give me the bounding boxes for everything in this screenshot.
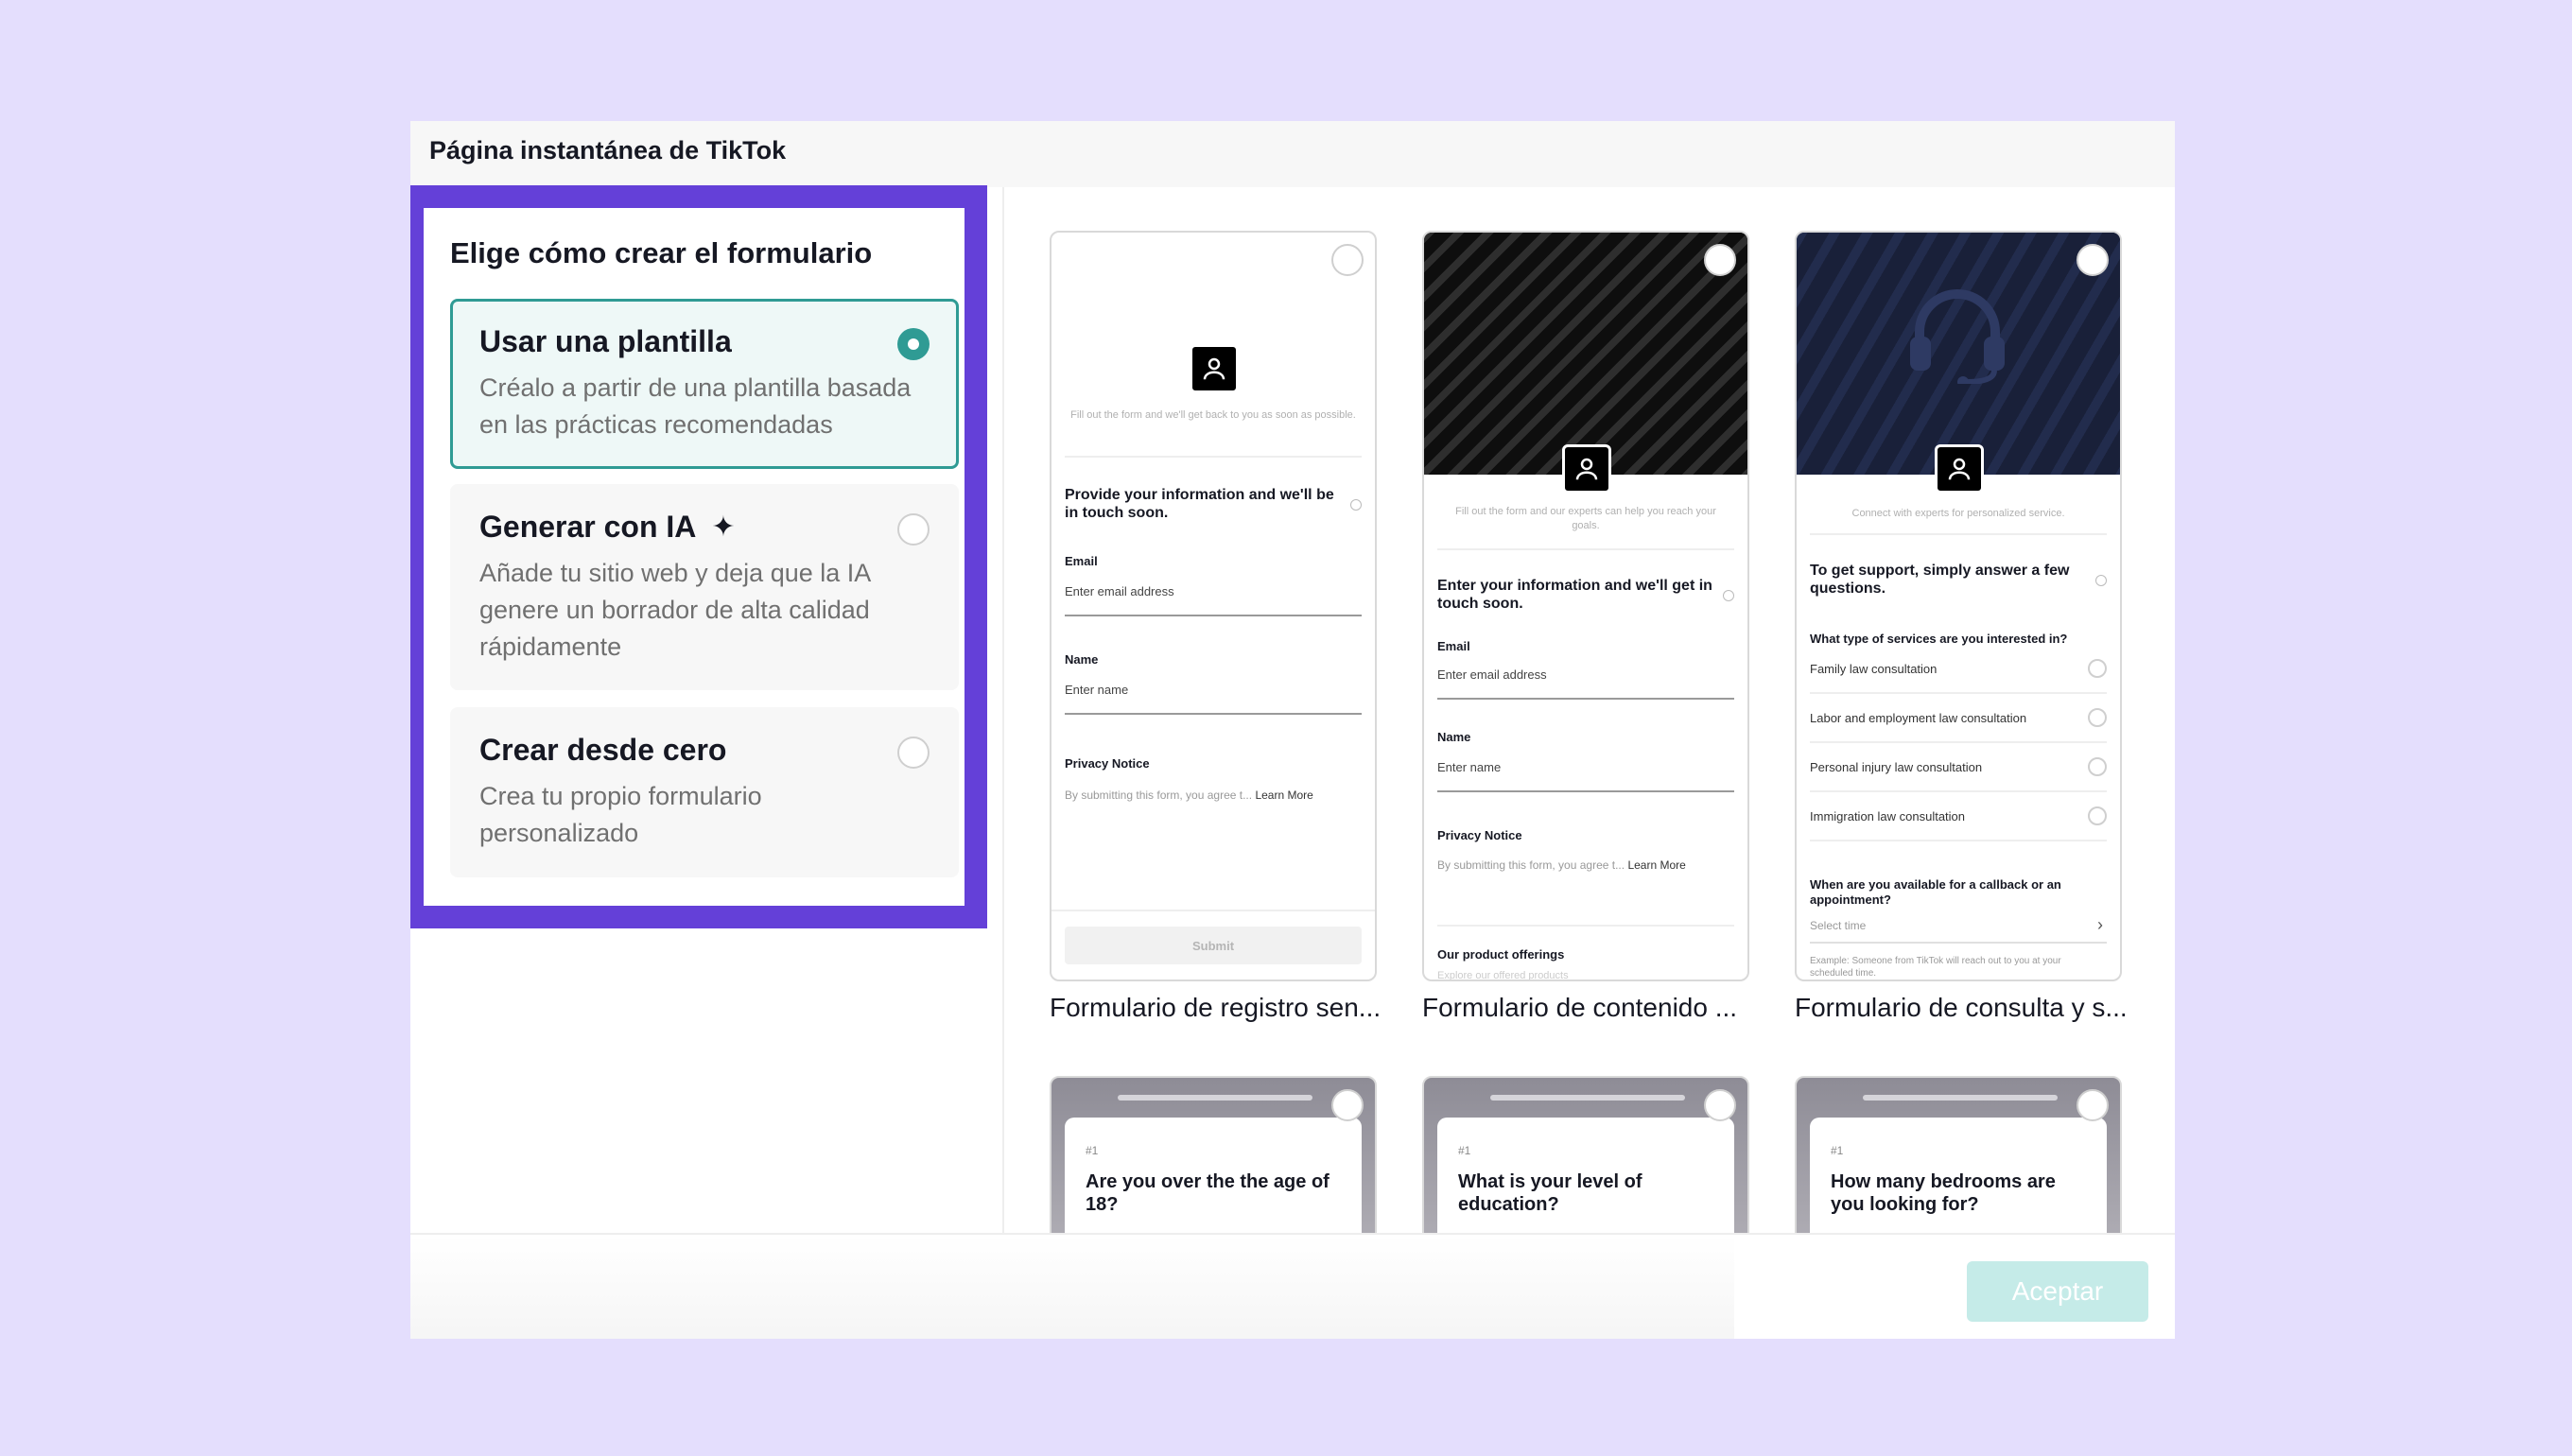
info-icon xyxy=(1723,590,1734,601)
question-number: #1 xyxy=(1458,1144,1471,1157)
progress-bar xyxy=(1863,1095,2058,1101)
sparkle-icon: ✦ xyxy=(711,511,736,543)
choice-row: Personal injury law consultation xyxy=(1810,743,2107,792)
example-text: Example: Someone from TikTok will reach … xyxy=(1810,956,2061,979)
divider xyxy=(1810,533,2107,535)
info-icon xyxy=(2095,575,2107,586)
option-description: Crea tu propio formulario personalizado xyxy=(479,782,762,847)
divider xyxy=(1437,548,1734,550)
template-select-radio[interactable] xyxy=(2077,1089,2109,1121)
email-label: Email xyxy=(1437,639,1470,653)
dialog-title: Página instantánea de TikTok xyxy=(429,136,787,165)
card-subtitle: Fill out the form and our experts can he… xyxy=(1455,506,1716,531)
choice-row: Labor and employment law consultation xyxy=(1810,694,2107,743)
field-underline xyxy=(1437,790,1734,792)
radio-unselected[interactable] xyxy=(897,737,930,769)
option-description: Créalo a partir de una plantilla basada … xyxy=(479,373,912,439)
field-underline xyxy=(1437,698,1734,700)
question-number: #1 xyxy=(1831,1144,1844,1157)
question-text: What is your level of education? xyxy=(1458,1171,1642,1215)
template-select-radio[interactable] xyxy=(2077,244,2109,276)
card-subtitle: Fill out the form and we'll get back to … xyxy=(1070,409,1356,421)
card-heading: Provide your information and we'll be in… xyxy=(1065,487,1334,521)
template-gallery: Fill out the form and we'll get back to … xyxy=(1006,187,2175,1339)
option-create-scratch[interactable]: Crear desde cero Crea tu propio formular… xyxy=(450,707,959,877)
navy-pattern-image xyxy=(1797,233,2120,475)
card-subtitle: Connect with experts for personalized se… xyxy=(1851,508,2065,519)
name-label: Name xyxy=(1065,652,1099,667)
highlight-frame: Elige cómo crear el formulario Usar una … xyxy=(410,185,987,928)
divider xyxy=(1051,910,1375,911)
privacy-label: Privacy Notice xyxy=(1065,756,1150,771)
template-select-radio[interactable] xyxy=(1704,244,1736,276)
template-caption[interactable]: Formulario de consulta y s... xyxy=(1795,993,2126,1023)
divider xyxy=(1065,456,1362,458)
radio-unselected[interactable] xyxy=(897,513,930,546)
choice-radio xyxy=(2088,806,2107,825)
offerings-sub: Explore our offered products xyxy=(1437,970,1569,981)
option-description: Añade tu sitio web y deja que la IA gene… xyxy=(479,559,870,661)
email-label: Email xyxy=(1065,554,1098,568)
email-placeholder: Enter email address xyxy=(1437,667,1547,682)
person-icon xyxy=(1562,444,1611,494)
progress-bar xyxy=(1118,1095,1312,1101)
chevron-right-icon: › xyxy=(2097,915,2103,934)
option-title: Usar una plantilla xyxy=(479,324,732,358)
accept-button[interactable]: Aceptar xyxy=(1967,1261,2148,1322)
template-card-consultation[interactable]: Connect with experts for personalized se… xyxy=(1795,231,2122,981)
headset-icon xyxy=(1910,289,2005,384)
footer-shadow xyxy=(410,1235,1734,1339)
submit-button: Submit xyxy=(1065,927,1362,964)
choice-radio xyxy=(2088,659,2107,678)
template-card-content[interactable]: Fill out the form and our experts can he… xyxy=(1422,231,1749,981)
template-caption[interactable]: Formulario de registro sen... xyxy=(1050,993,1381,1023)
template-card-registration[interactable]: Fill out the form and we'll get back to … xyxy=(1050,231,1377,981)
question-text: Are you over the the age of 18? xyxy=(1086,1171,1329,1215)
choice-row: Immigration law consultation xyxy=(1810,792,2107,841)
choice-radio xyxy=(2088,708,2107,727)
select-time-placeholder: Select time xyxy=(1810,919,1867,932)
privacy-text: By submitting this form, you agree t... … xyxy=(1065,789,1313,802)
template-select-radio[interactable] xyxy=(1331,244,1364,276)
card-heading: Enter your information and we'll get in … xyxy=(1437,578,1712,612)
choice-row: Family law consultation xyxy=(1810,645,2107,694)
option-title: Generar con IA ✦ xyxy=(479,510,736,544)
info-icon xyxy=(1350,499,1362,511)
person-icon xyxy=(1190,344,1239,393)
name-placeholder: Enter name xyxy=(1065,683,1129,697)
tiktok-instant-page-dialog: Página instantánea de TikTok Elige cómo … xyxy=(410,121,2175,1339)
wave-pattern-image xyxy=(1424,233,1747,475)
field-underline xyxy=(1065,615,1362,616)
services-question: What type of services are you interested… xyxy=(1810,632,2068,646)
template-select-radio[interactable] xyxy=(1704,1089,1736,1121)
option-generate-ai[interactable]: Generar con IA ✦ Añade tu sitio web y de… xyxy=(450,484,959,690)
card-heading: To get support, simply answer a few ques… xyxy=(1810,563,2070,597)
person-icon xyxy=(1935,444,1984,494)
availability-question: When are you available for a callback or… xyxy=(1810,877,2061,907)
email-placeholder: Enter email address xyxy=(1065,584,1174,598)
choice-radio xyxy=(2088,757,2107,776)
question-text: How many bedrooms are you looking for? xyxy=(1831,1171,2056,1215)
field-underline xyxy=(1065,713,1362,715)
creation-method-heading: Elige cómo crear el formulario xyxy=(450,236,873,269)
privacy-text: By submitting this form, you agree t... … xyxy=(1437,858,1686,872)
field-underline xyxy=(1810,942,2107,944)
dialog-footer: Aceptar xyxy=(410,1233,2175,1339)
option-title: Crear desde cero xyxy=(479,733,727,767)
divider xyxy=(1437,925,1734,927)
progress-bar xyxy=(1490,1095,1685,1101)
option-use-template[interactable]: Usar una plantilla Créalo a partir de un… xyxy=(450,299,959,469)
template-select-radio[interactable] xyxy=(1331,1089,1364,1121)
radio-selected[interactable] xyxy=(897,328,930,360)
name-label: Name xyxy=(1437,730,1471,744)
privacy-label: Privacy Notice xyxy=(1437,828,1522,842)
offerings-label: Our product offerings xyxy=(1437,947,1565,962)
name-placeholder: Enter name xyxy=(1437,760,1502,774)
creation-method-panel: Elige cómo crear el formulario Usar una … xyxy=(410,185,1004,1339)
dialog-header: Página instantánea de TikTok xyxy=(410,121,2175,187)
template-caption[interactable]: Formulario de contenido ... xyxy=(1422,993,1753,1023)
question-number: #1 xyxy=(1086,1144,1099,1157)
